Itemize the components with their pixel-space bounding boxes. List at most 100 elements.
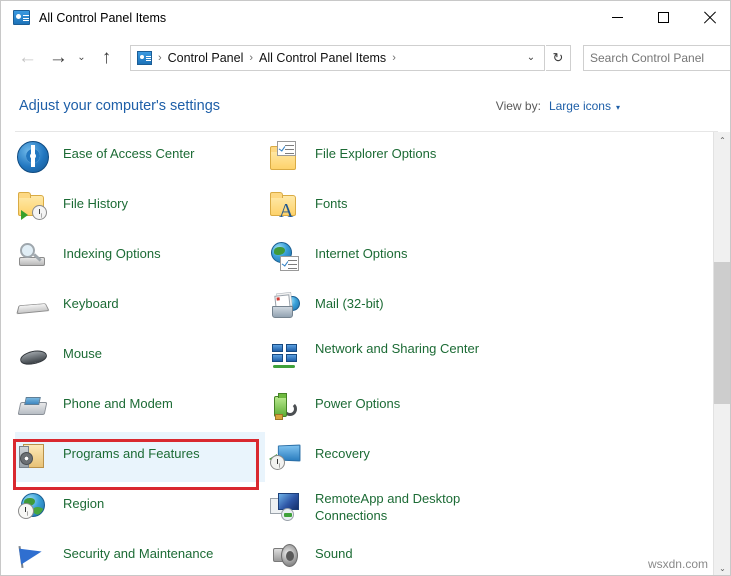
- cp-item-region[interactable]: Region: [15, 482, 265, 532]
- cp-item-label: RemoteApp and Desktop Connections: [315, 490, 499, 524]
- close-icon: [703, 11, 716, 24]
- navigation-bar: ← → ⌄ ↑ › Control Panel › All Control Pa…: [1, 34, 731, 81]
- internet-options-icon: [269, 240, 303, 274]
- cp-item-network-and-sharing-center[interactable]: Network and Sharing Center: [267, 332, 517, 382]
- cp-item-label: File History: [63, 195, 128, 212]
- breadcrumb-separator[interactable]: ›: [386, 52, 402, 64]
- scroll-up-button[interactable]: ⌃: [714, 132, 731, 149]
- breadcrumb-all-control-panel-items[interactable]: All Control Panel Items: [259, 51, 386, 65]
- cp-item-ease-of-access-center[interactable]: Ease of Access Center: [15, 132, 265, 182]
- programs-and-features-icon: [17, 440, 51, 474]
- back-arrow-icon: ←: [18, 48, 37, 67]
- cp-item-label: Region: [63, 495, 104, 512]
- file-history-icon: [17, 190, 51, 224]
- search-input[interactable]: [590, 51, 731, 65]
- cp-item-recovery[interactable]: Recovery: [267, 432, 517, 482]
- back-button[interactable]: ←: [13, 43, 42, 73]
- refresh-icon: ↻: [553, 50, 564, 66]
- indexing-options-icon: [17, 240, 51, 274]
- breadcrumb-separator: ›: [243, 52, 259, 64]
- window-controls: [594, 1, 731, 34]
- chevron-down-icon: ⌄: [719, 564, 726, 573]
- view-by-label: View by:: [496, 99, 541, 113]
- breadcrumb-control-panel[interactable]: Control Panel: [168, 51, 244, 65]
- cp-item-file-explorer-options[interactable]: File Explorer Options: [267, 132, 517, 182]
- keyboard-icon: [17, 290, 51, 324]
- cp-item-label: Network and Sharing Center: [315, 340, 479, 357]
- cp-item-mail[interactable]: Mail (32-bit): [267, 282, 517, 332]
- window-title: All Control Panel Items: [39, 11, 166, 25]
- power-options-icon: [269, 390, 303, 424]
- ease-of-access-icon: [17, 140, 51, 174]
- maximize-button[interactable]: [640, 1, 686, 34]
- fonts-icon: A: [269, 190, 303, 224]
- phone-and-modem-icon: [17, 390, 51, 424]
- cp-item-label: Mouse: [63, 345, 102, 362]
- chevron-down-icon[interactable]: ▾: [616, 103, 620, 112]
- cp-item-label: Indexing Options: [63, 245, 161, 262]
- page-title: Adjust your computer's settings: [19, 98, 220, 114]
- cp-item-keyboard[interactable]: Keyboard: [15, 282, 265, 332]
- cp-item-phone-and-modem[interactable]: Phone and Modem: [15, 382, 265, 432]
- cp-item-label: Ease of Access Center: [63, 145, 195, 162]
- breadcrumb-separator: ›: [152, 52, 168, 64]
- sound-icon: [269, 540, 303, 574]
- cp-item-sound[interactable]: Sound: [267, 532, 517, 576]
- cp-item-label: Sound: [315, 545, 353, 562]
- chevron-down-icon: ⌄: [77, 52, 85, 63]
- scrollbar-thumb[interactable]: [714, 262, 731, 404]
- cp-item-label: Phone and Modem: [63, 395, 173, 412]
- cp-item-label: Security and Maintenance: [63, 545, 213, 562]
- cp-item-fonts[interactable]: A Fonts: [267, 182, 517, 232]
- cp-item-remoteapp-and-desktop-connections[interactable]: RemoteApp and Desktop Connections: [267, 482, 517, 532]
- mouse-icon: [17, 340, 51, 374]
- vertical-scrollbar[interactable]: ⌃ ⌄: [713, 132, 730, 576]
- up-button[interactable]: ↑: [92, 43, 121, 73]
- file-explorer-options-icon: [269, 140, 303, 174]
- maximize-icon: [658, 12, 669, 23]
- cp-item-label: Internet Options: [315, 245, 408, 262]
- mail-icon: [269, 290, 303, 324]
- items-column-left: Ease of Access Center File History Index…: [15, 132, 265, 576]
- cp-item-mouse[interactable]: Mouse: [15, 332, 265, 382]
- cp-item-indexing-options[interactable]: Indexing Options: [15, 232, 265, 282]
- cp-item-label: Programs and Features: [63, 445, 200, 462]
- chevron-up-icon: ⌃: [719, 136, 726, 145]
- watermark: wsxdn.com: [648, 557, 708, 571]
- search-box[interactable]: [583, 45, 731, 71]
- cp-item-file-history[interactable]: File History: [15, 182, 265, 232]
- minimize-button[interactable]: [594, 1, 640, 34]
- cp-item-label: File Explorer Options: [315, 145, 436, 162]
- up-arrow-icon: ↑: [102, 48, 112, 67]
- cp-item-security-and-maintenance[interactable]: Security and Maintenance: [15, 532, 265, 576]
- forward-arrow-icon: →: [49, 48, 68, 67]
- cp-item-label: Fonts: [315, 195, 348, 212]
- close-button[interactable]: [686, 1, 731, 34]
- control-panel-items-grid: Ease of Access Center File History Index…: [1, 132, 715, 576]
- refresh-button[interactable]: ↻: [546, 45, 571, 71]
- cp-item-label: Keyboard: [63, 295, 119, 312]
- cp-item-programs-and-features[interactable]: Programs and Features: [15, 432, 265, 482]
- remoteapp-and-desktop-connections-icon: [269, 490, 303, 524]
- address-bar[interactable]: › Control Panel › All Control Panel Item…: [130, 45, 545, 71]
- view-by-control[interactable]: View by: Large icons ▾: [496, 99, 620, 113]
- page-header: Adjust your computer's settings View by:…: [1, 81, 731, 131]
- cp-item-internet-options[interactable]: Internet Options: [267, 232, 517, 282]
- title-bar: All Control Panel Items: [1, 1, 731, 34]
- cp-item-label: Power Options: [315, 395, 400, 412]
- scroll-down-button[interactable]: ⌄: [714, 560, 731, 576]
- view-by-value[interactable]: Large icons: [549, 99, 611, 113]
- address-dropdown-button[interactable]: ⌄: [518, 46, 544, 70]
- recent-locations-button[interactable]: ⌄: [73, 43, 90, 73]
- recovery-icon: [269, 440, 303, 474]
- minimize-icon: [612, 17, 623, 18]
- address-control-panel-icon: [137, 51, 152, 65]
- cp-item-label: Mail (32-bit): [315, 295, 384, 312]
- network-and-sharing-center-icon: [269, 340, 303, 374]
- cp-item-power-options[interactable]: Power Options: [267, 382, 517, 432]
- forward-button[interactable]: →: [44, 43, 73, 73]
- cp-item-label: Recovery: [315, 445, 370, 462]
- control-panel-window: All Control Panel Items ← → ⌄ ↑: [0, 0, 731, 576]
- items-column-right: File Explorer Options A Fonts Internet O…: [267, 132, 517, 576]
- region-icon: [17, 490, 51, 524]
